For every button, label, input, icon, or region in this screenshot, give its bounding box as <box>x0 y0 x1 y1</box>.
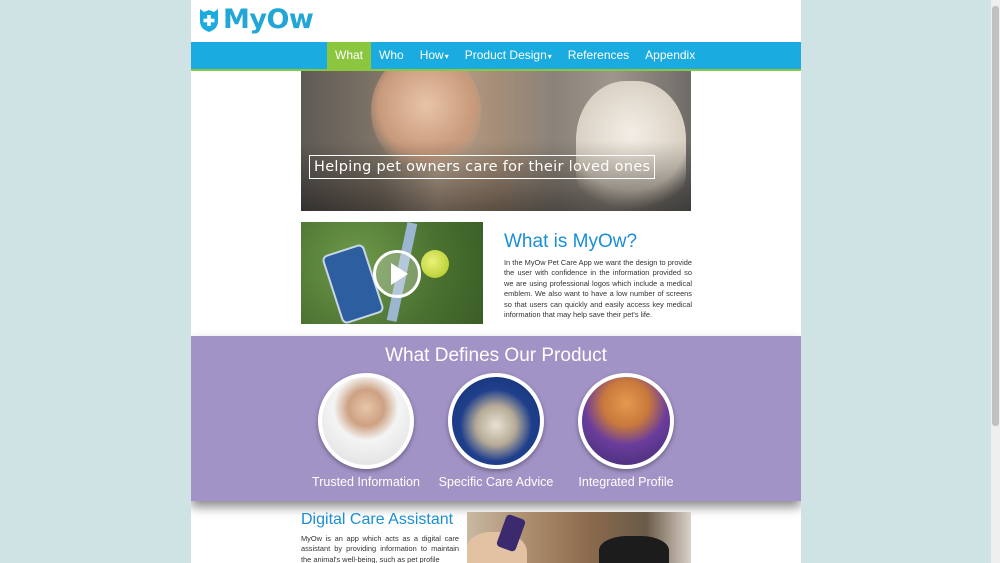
product-title: What Defines Our Product <box>385 345 607 366</box>
nav-item-label: References <box>567 48 630 62</box>
nav-item-how[interactable]: How▾ <box>412 42 457 69</box>
nav-item-label: What <box>335 48 364 62</box>
nav-item-label: Who <box>379 48 404 62</box>
feature-label: Specific Care Advice <box>438 475 554 489</box>
feature-image-dog <box>448 373 544 469</box>
nav-item-references[interactable]: References <box>560 42 637 69</box>
video-ball-image <box>421 250 449 278</box>
logo[interactable]: MyOw <box>199 4 314 35</box>
nav-item-who[interactable]: Who <box>371 42 412 69</box>
feature-specific-care-advice[interactable]: Specific Care Advice <box>431 373 561 489</box>
nav-item-appendix[interactable]: Appendix <box>637 42 703 69</box>
logo-text: MyOw <box>223 4 314 35</box>
nav-item-label: Appendix <box>645 48 696 62</box>
what-title: What is MyOw? <box>504 231 638 252</box>
caret-down-icon: ▾ <box>444 52 449 61</box>
hero-banner: Helping pet owners care for their loved … <box>301 71 691 211</box>
caret-down-icon: ▾ <box>547 52 552 61</box>
dca-title: Digital Care Assistant <box>301 511 454 528</box>
nav-item-what[interactable]: What <box>327 42 372 69</box>
main-nav: What Who How▾ Product Design▾ References… <box>191 42 801 71</box>
feature-image-cat <box>578 373 674 469</box>
feature-integrated-profile[interactable]: Integrated Profile <box>561 373 691 489</box>
what-body: In the MyOw Pet Care App we want the des… <box>504 258 692 320</box>
scrollbar-thumb[interactable] <box>992 6 999 426</box>
dca-dog-image <box>599 536 669 563</box>
feature-image-vet <box>318 373 414 469</box>
logo-shield-icon <box>200 8 218 32</box>
intro-video[interactable] <box>301 222 483 324</box>
product-section: What Defines Our Product Trusted Informa… <box>191 336 801 501</box>
nav-item-label: Product Design <box>464 48 547 62</box>
dca-body: MyOw is an app which acts as a digital c… <box>301 534 459 563</box>
feature-trusted-information[interactable]: Trusted Information <box>301 373 431 489</box>
feature-label: Trusted Information <box>312 475 420 489</box>
play-icon[interactable] <box>373 250 421 298</box>
scrollbar[interactable] <box>991 0 1000 563</box>
page: MyOw What Who How▾ Product Design▾ Refer… <box>191 0 801 563</box>
feature-label: Integrated Profile <box>578 475 674 489</box>
nav-item-product-design[interactable]: Product Design▾ <box>457 42 560 69</box>
header: MyOw <box>191 0 801 42</box>
hero-caption: Helping pet owners care for their loved … <box>309 155 656 179</box>
nav-item-label: How <box>419 48 444 62</box>
dca-image <box>467 512 691 563</box>
